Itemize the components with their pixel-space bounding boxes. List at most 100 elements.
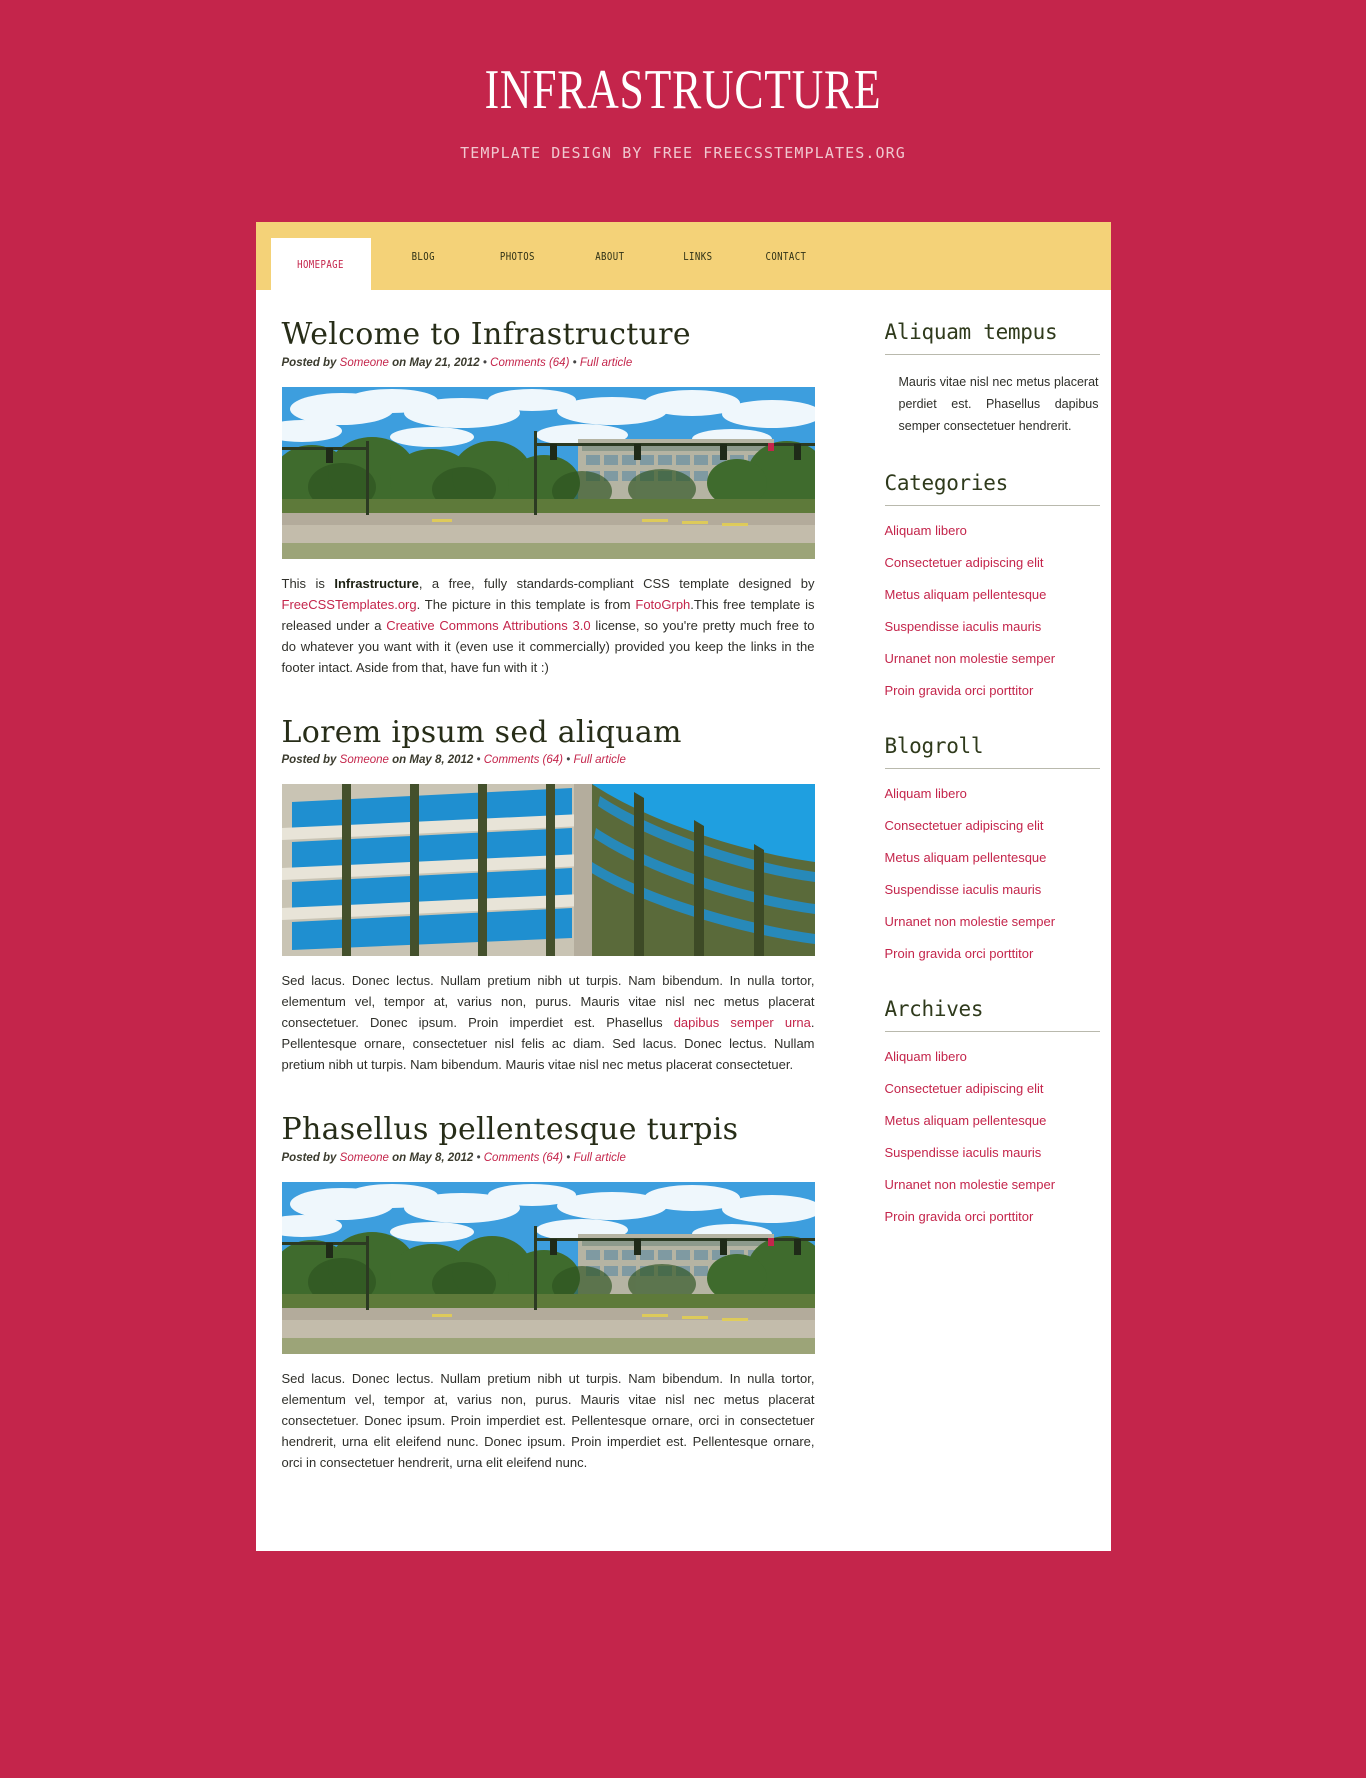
meta-separator: •	[476, 754, 481, 766]
post-full-article-link[interactable]: Full article	[580, 357, 632, 369]
sidebar-block-title: Archives	[884, 997, 984, 1021]
post-body: This is Infrastructure, a free, fully st…	[282, 573, 815, 678]
sidebar-block: Archives Aliquam libero Consectetuer adipi…	[884, 997, 1110, 1226]
post-body-link[interactable]: Creative Commons Attributions 3.0	[386, 618, 590, 633]
list-item: Aliquam libero	[885, 522, 1110, 540]
sidebar-link[interactable]: Proin gravida orci porttitor	[885, 946, 1034, 961]
post-date: May 21, 2012	[409, 356, 480, 369]
post-date: May 8, 2012	[409, 1151, 474, 1164]
sidebar: Aliquam tempus Mauris vitae nisl nec metu…	[845, 290, 1110, 1260]
post-image	[282, 387, 815, 559]
post-author-link[interactable]: Someone	[340, 1152, 389, 1164]
sidebar-link-list: Aliquam libero Consectetuer adipiscing el…	[885, 1048, 1110, 1226]
sidebar-link[interactable]: Consectetuer adipiscing elit	[885, 818, 1044, 833]
sidebar-block: Aliquam tempus Mauris vitae nisl nec metu…	[884, 320, 1110, 437]
sidebar-block: Blogroll Aliquam libero Consectetuer adipi…	[884, 734, 1110, 963]
post-comments-link[interactable]: Comments (64)	[484, 754, 563, 766]
sidebar-block-title: Categories	[884, 471, 1009, 495]
list-item: Aliquam libero	[885, 1048, 1110, 1066]
blog-post: Lorem ipsum sed aliquam Posted by Someone…	[281, 714, 845, 1076]
sidebar-divider	[884, 768, 1100, 769]
nav-link-contact[interactable]: Contact	[765, 250, 806, 263]
post-meta: Posted by Someone on May 8, 2012 • Comme…	[282, 1152, 845, 1164]
nav-link-about[interactable]: About	[595, 250, 624, 263]
nav-item-links[interactable]: Links	[657, 222, 739, 290]
post-body-link[interactable]: FreeCSSTemplates.org	[282, 597, 417, 612]
nav-link-photos[interactable]: Photos	[500, 250, 535, 263]
post-meta: Posted by Someone on May 21, 2012 • Comm…	[282, 357, 845, 369]
post-body-text: This is	[281, 575, 335, 591]
nav-item-contact[interactable]: Contact	[745, 222, 827, 290]
post-title: Lorem ipsum sed aliquam	[281, 714, 682, 750]
post-body-text: . The picture in this template is from	[416, 596, 636, 612]
list-item: Suspendisse iaculis mauris	[885, 881, 1110, 899]
list-item: Proin gravida orci porttitor	[885, 945, 1110, 963]
post-title: Phasellus pellentesque turpis	[281, 1112, 739, 1147]
post-body: Sed lacus. Donec lectus. Nullam pretium …	[282, 1368, 815, 1473]
post-image	[282, 784, 815, 956]
post-body-link[interactable]: dapibus semper urna	[674, 1015, 811, 1030]
nav-item-photos[interactable]: Photos	[477, 222, 559, 290]
nav-link-links[interactable]: Links	[683, 250, 712, 263]
posted-by-label: Posted by	[281, 356, 337, 369]
site-shell: Homepage Blog Photos About Links Contact…	[255, 222, 1111, 1551]
meta-separator: •	[482, 356, 487, 369]
list-item: Proin gravida orci porttitor	[885, 1208, 1110, 1226]
sidebar-link[interactable]: Aliquam libero	[885, 1049, 967, 1064]
sidebar-link[interactable]: Metus aliquam pellentesque	[885, 850, 1047, 865]
meta-separator: •	[566, 1151, 571, 1164]
blog-post: Welcome to Infrastructure Posted by Someo…	[281, 317, 845, 678]
sidebar-link[interactable]: Aliquam libero	[885, 523, 967, 538]
sidebar-link-list: Aliquam libero Consectetuer adipiscing el…	[885, 785, 1110, 963]
sidebar-link[interactable]: Metus aliquam pellentesque	[885, 587, 1047, 602]
site-header: INFRASTRUCTURE Template Design by free f…	[0, 0, 1366, 162]
sidebar-link[interactable]: Urnanet non molestie semper	[885, 1177, 1056, 1192]
nav-item-about[interactable]: About	[569, 222, 651, 290]
sidebar-block-text: Mauris vitae nisl nec metus placerat per…	[898, 375, 1099, 433]
sidebar-link[interactable]: Metus aliquam pellentesque	[885, 1113, 1047, 1128]
on-label: on	[392, 754, 407, 766]
sidebar-link[interactable]: Urnanet non molestie semper	[885, 914, 1056, 929]
sidebar-link[interactable]: Proin gravida orci porttitor	[885, 1209, 1034, 1224]
nav-link-blog[interactable]: Blog	[412, 250, 435, 263]
post-author-link[interactable]: Someone	[340, 357, 389, 369]
blog-post: Phasellus pellentesque turpis Posted by S…	[281, 1112, 845, 1473]
sidebar-link[interactable]: Proin gravida orci porttitor	[885, 683, 1034, 698]
sidebar-link[interactable]: Consectetuer adipiscing elit	[885, 1081, 1044, 1096]
post-body-text: , a free, fully standards-compliant CSS …	[418, 575, 815, 591]
sidebar-block-title: Aliquam tempus	[884, 320, 1058, 344]
post-title: Welcome to Infrastructure	[281, 317, 691, 352]
list-item: Urnanet non molestie semper	[885, 650, 1110, 668]
page-root: INFRASTRUCTURE Template Design by free f…	[0, 0, 1366, 1551]
sidebar-block: Categories Aliquam libero Consectetuer adi…	[884, 471, 1110, 700]
posted-by-label: Posted by	[281, 1151, 337, 1164]
sidebar-link[interactable]: Suspendisse iaculis mauris	[885, 882, 1042, 897]
sidebar-divider	[884, 505, 1100, 506]
list-item: Metus aliquam pellentesque	[885, 586, 1110, 604]
nav-link-homepage[interactable]: Homepage	[297, 258, 344, 271]
post-comments-link[interactable]: Comments (64)	[484, 1152, 563, 1164]
list-item: Consectetuer adipiscing elit	[885, 554, 1110, 572]
post-image	[282, 1182, 815, 1354]
post-comments-link[interactable]: Comments (64)	[490, 357, 569, 369]
nav-item-blog[interactable]: Blog	[383, 222, 465, 290]
post-author-link[interactable]: Someone	[340, 754, 389, 766]
sidebar-link[interactable]: Consectetuer adipiscing elit	[885, 555, 1044, 570]
main-navigation: Homepage Blog Photos About Links Contact	[255, 222, 1111, 290]
list-item: Consectetuer adipiscing elit	[885, 1080, 1110, 1098]
post-date: May 8, 2012	[409, 754, 474, 766]
post-body-link[interactable]: FotoGrph	[635, 597, 690, 612]
post-full-article-link[interactable]: Full article	[573, 754, 625, 766]
list-item: Suspendisse iaculis mauris	[885, 1144, 1110, 1162]
sidebar-link[interactable]: Suspendisse iaculis mauris	[885, 619, 1042, 634]
list-item: Urnanet non molestie semper	[885, 1176, 1110, 1194]
sidebar-link[interactable]: Suspendisse iaculis mauris	[885, 1145, 1042, 1160]
sidebar-link[interactable]: Urnanet non molestie semper	[885, 651, 1056, 666]
posted-by-label: Posted by	[281, 754, 337, 766]
meta-separator: •	[476, 1151, 481, 1164]
sidebar-link[interactable]: Aliquam libero	[885, 786, 967, 801]
post-full-article-link[interactable]: Full article	[573, 1152, 625, 1164]
list-item: Aliquam libero	[885, 785, 1110, 803]
nav-item-homepage[interactable]: Homepage	[270, 238, 371, 290]
sidebar-divider	[884, 354, 1100, 355]
